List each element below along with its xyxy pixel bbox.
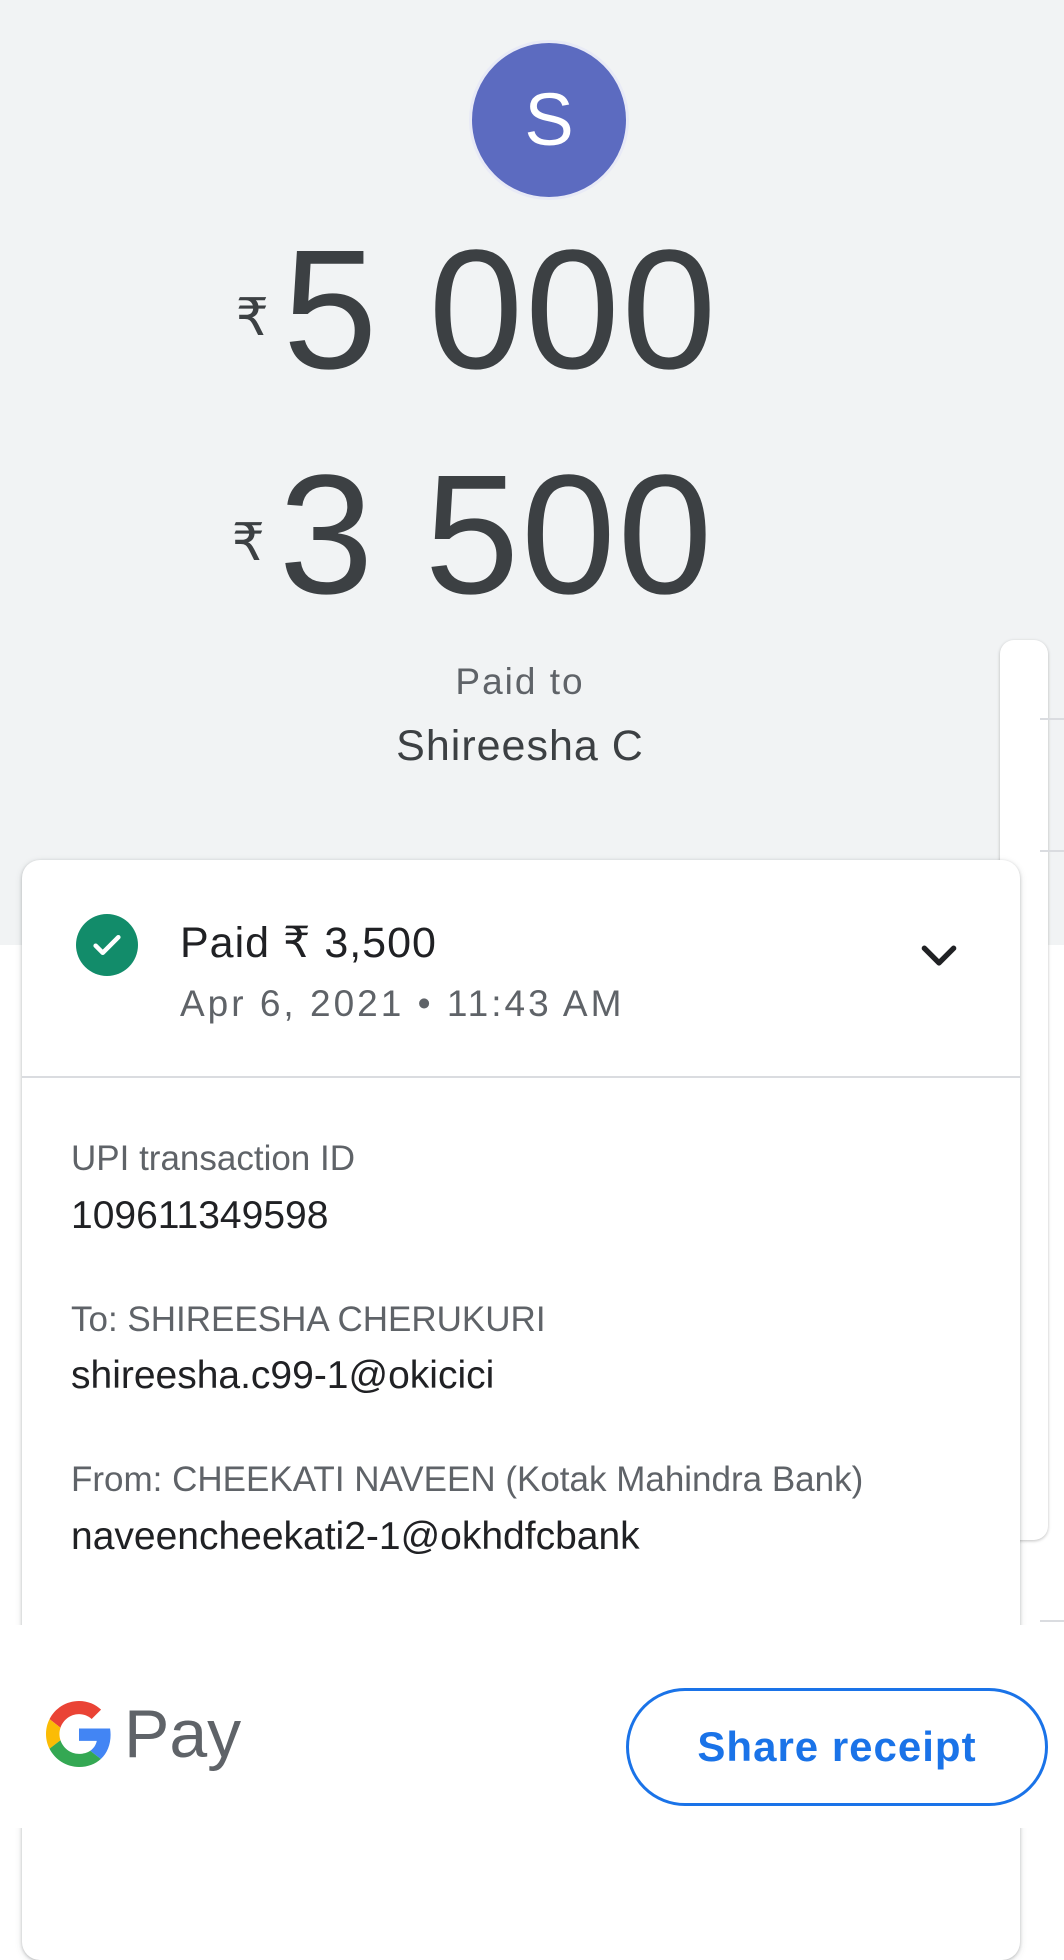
google-pay-logo: Pay: [46, 1700, 241, 1768]
to-label: To: SHIREESHA CHERUKURI: [71, 1300, 546, 1339]
share-receipt-button[interactable]: Share receipt: [626, 1688, 1048, 1806]
paid-to-label: Paid to: [455, 661, 585, 702]
background-card-divider: [1040, 1620, 1064, 1622]
currency-symbol: ₹: [231, 514, 265, 572]
chevron-down-icon: [921, 945, 957, 966]
paid-amount-value: 3 500: [278, 440, 715, 630]
to-vpa: shireesha.c99-1@okicici: [71, 1354, 495, 1397]
card-divider: [22, 1076, 1020, 1078]
requested-amount: ₹ 5 000: [0, 215, 1064, 405]
google-pay-wordmark: Pay: [124, 1696, 242, 1772]
upi-id-label: UPI transaction ID: [71, 1139, 355, 1178]
background-card-divider: [1040, 850, 1064, 852]
expand-details-button[interactable]: [912, 928, 966, 982]
upi-id-value: 109611349598: [71, 1194, 329, 1237]
transaction-status-text: Paid ₹ 3,500: [180, 919, 437, 967]
google-g-logo-icon: [46, 1701, 111, 1767]
transaction-datetime: Apr 6, 2021 • 11:43 AM: [180, 983, 625, 1024]
currency-symbol: ₹: [235, 289, 269, 347]
avatar-letter: S: [524, 78, 574, 161]
paid-amount: ₹ 3 500: [0, 440, 1064, 630]
from-label: From: CHEEKATI NAVEEN (Kotak Mahindra Ba…: [71, 1460, 864, 1499]
check-circle-icon: [76, 914, 138, 976]
check-icon: [93, 934, 121, 956]
payee-name: Shireesha C: [396, 722, 644, 770]
payee-avatar: S: [469, 40, 629, 200]
requested-amount-value: 5 000: [282, 215, 719, 405]
background-card-divider: [1040, 718, 1064, 720]
from-vpa: naveencheekati2-1@okhdfcbank: [71, 1515, 640, 1558]
